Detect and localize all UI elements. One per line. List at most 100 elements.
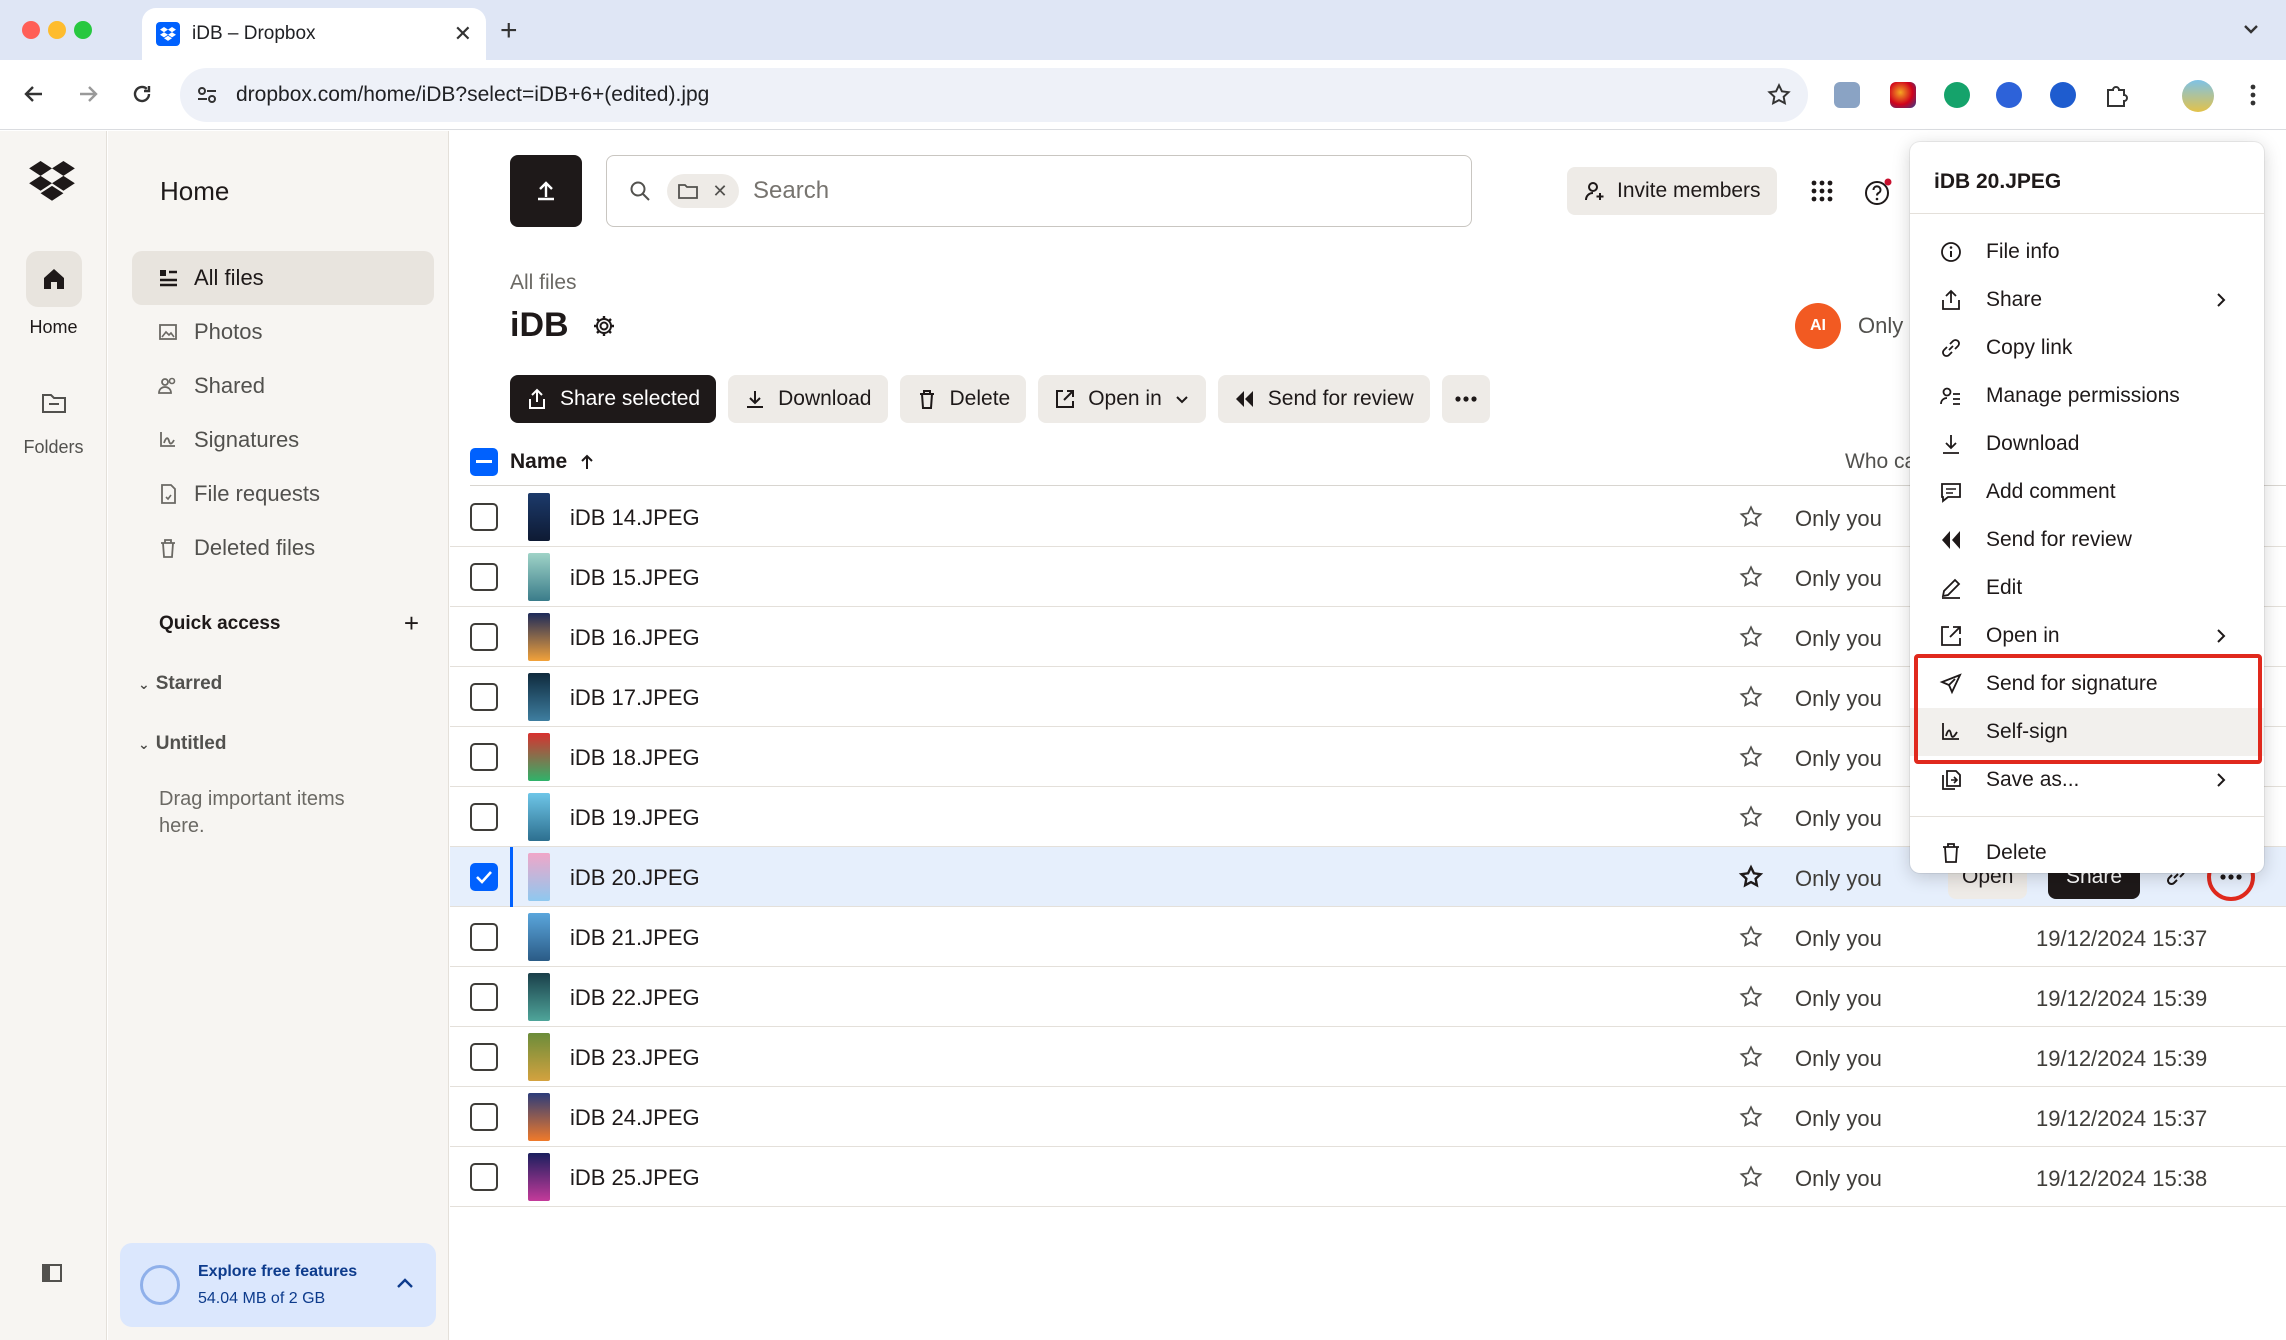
send-for-review-button[interactable]: Send for review — [1217, 375, 1430, 423]
menu-item-download[interactable]: Download — [1910, 420, 2264, 468]
bookmark-star-icon[interactable] — [1766, 82, 1792, 108]
extension-shield-icon[interactable] — [1996, 82, 2022, 108]
star-icon[interactable] — [1738, 564, 1764, 590]
extensions-puzzle-icon[interactable] — [2104, 82, 2130, 108]
row-checkbox[interactable] — [470, 683, 498, 711]
file-name[interactable]: iDB 23.JPEG — [570, 1045, 700, 1071]
add-quick-access-icon[interactable]: + — [404, 610, 419, 636]
row-checkbox[interactable] — [470, 1043, 498, 1071]
menu-item-file-info[interactable]: File info — [1910, 228, 2264, 276]
menu-item-open-in[interactable]: Open in — [1910, 612, 2264, 660]
tab-list-chevron-icon[interactable] — [2240, 18, 2262, 40]
row-checkbox[interactable] — [470, 743, 498, 771]
star-icon[interactable] — [1738, 984, 1764, 1010]
dropbox-logo-icon[interactable] — [28, 161, 76, 201]
star-icon[interactable] — [1738, 504, 1764, 530]
menu-item-delete[interactable]: Delete — [1910, 829, 2264, 877]
table-row[interactable]: iDB 21.JPEG Only you 19/12/2024 15:37 — [450, 907, 2286, 967]
file-name[interactable]: iDB 25.JPEG — [570, 1165, 700, 1191]
maximize-window-button[interactable] — [74, 21, 92, 39]
download-button[interactable]: Download — [728, 375, 888, 423]
app-grid-icon[interactable] — [1810, 179, 1834, 203]
menu-item-send-for-signature[interactable]: Send for signature — [1910, 660, 2264, 708]
file-name[interactable]: iDB 19.JPEG — [570, 805, 700, 831]
close-tab-icon[interactable]: ✕ — [454, 21, 472, 47]
search-input[interactable]: ✕ Search — [606, 155, 1472, 227]
untitled-group[interactable]: ⌄ Untitled — [138, 733, 226, 755]
star-icon[interactable] — [1738, 684, 1764, 710]
menu-item-save-as[interactable]: Save as... — [1910, 756, 2264, 804]
upload-button[interactable] — [510, 155, 582, 227]
file-name[interactable]: iDB 18.JPEG — [570, 745, 700, 771]
site-settings-icon[interactable] — [196, 84, 218, 106]
file-name[interactable]: iDB 17.JPEG — [570, 685, 700, 711]
rail-folders[interactable]: Folders — [0, 383, 107, 458]
file-name[interactable]: iDB 15.JPEG — [570, 565, 700, 591]
file-name[interactable]: iDB 14.JPEG — [570, 505, 700, 531]
chevron-up-icon[interactable] — [392, 1271, 418, 1297]
menu-item-add-comment[interactable]: Add comment — [1910, 468, 2264, 516]
menu-item-manage-permissions[interactable]: Manage permissions — [1910, 372, 2264, 420]
file-thumbnail[interactable] — [528, 1093, 550, 1141]
star-icon[interactable] — [1738, 1044, 1764, 1070]
file-name[interactable]: iDB 22.JPEG — [570, 985, 700, 1011]
name-column-header[interactable]: Name — [510, 450, 595, 474]
extension-photo-icon[interactable] — [1834, 82, 1860, 108]
row-checkbox[interactable] — [470, 503, 498, 531]
sidebar-item-photos[interactable]: Photos — [132, 305, 434, 359]
explore-features-card[interactable]: Explore free features 54.04 MB of 2 GB — [120, 1243, 436, 1327]
browser-menu-icon[interactable] — [2240, 82, 2266, 108]
menu-item-copy-link[interactable]: Copy link — [1910, 324, 2264, 372]
invite-members-button[interactable]: Invite members — [1567, 167, 1777, 215]
table-row[interactable]: iDB 22.JPEG Only you 19/12/2024 15:39 — [450, 967, 2286, 1027]
reload-icon[interactable] — [128, 80, 156, 108]
file-thumbnail[interactable] — [528, 973, 550, 1021]
star-icon[interactable] — [1738, 1164, 1764, 1190]
more-actions-button[interactable] — [1441, 375, 1490, 423]
close-window-button[interactable] — [22, 21, 40, 39]
menu-item-edit[interactable]: Edit — [1910, 564, 2264, 612]
table-row[interactable]: iDB 23.JPEG Only you 19/12/2024 15:39 — [450, 1027, 2286, 1087]
menu-item-self-sign[interactable]: Self-sign — [1910, 708, 2264, 756]
help-icon[interactable] — [1863, 177, 1893, 207]
collapse-sidebar-icon[interactable] — [40, 1261, 64, 1285]
folder-filter-chip[interactable]: ✕ — [667, 174, 739, 208]
sidebar-item-shared[interactable]: Shared — [132, 359, 434, 413]
row-checkbox[interactable] — [470, 923, 498, 951]
open-in-button[interactable]: Open in — [1038, 375, 1206, 423]
file-thumbnail[interactable] — [528, 913, 550, 961]
file-name[interactable]: iDB 16.JPEG — [570, 625, 700, 651]
file-thumbnail[interactable] — [528, 853, 550, 901]
extension-colorwheel-icon[interactable] — [1890, 82, 1916, 108]
extension-grammarly-icon[interactable] — [1944, 82, 1970, 108]
delete-button[interactable]: Delete — [899, 375, 1027, 423]
browser-tab[interactable]: iDB – Dropbox ✕ — [142, 8, 486, 60]
file-thumbnail[interactable] — [528, 553, 550, 601]
url-field[interactable]: dropbox.com/home/iDB?select=iDB+6+(edite… — [180, 68, 1808, 122]
menu-item-send-for-review[interactable]: Send for review — [1910, 516, 2264, 564]
row-checkbox[interactable] — [470, 863, 498, 891]
avatar[interactable]: AI — [1795, 303, 1841, 349]
row-checkbox[interactable] — [470, 1103, 498, 1131]
share-selected-button[interactable]: Share selected — [510, 375, 717, 423]
new-tab-button[interactable]: + — [500, 14, 518, 48]
row-checkbox[interactable] — [470, 623, 498, 651]
row-checkbox[interactable] — [470, 983, 498, 1011]
extension-network-icon[interactable] — [2050, 82, 2076, 108]
row-checkbox[interactable] — [470, 803, 498, 831]
file-thumbnail[interactable] — [528, 493, 550, 541]
sidebar-item-deleted-files[interactable]: Deleted files — [132, 521, 434, 575]
row-checkbox[interactable] — [470, 563, 498, 591]
back-arrow-icon[interactable] — [20, 80, 48, 108]
folder-settings-gear-icon[interactable] — [591, 313, 617, 339]
file-name[interactable]: iDB 20.JPEG — [570, 865, 700, 891]
sidebar-item-file-requests[interactable]: File requests — [132, 467, 434, 521]
file-thumbnail[interactable] — [528, 1153, 550, 1201]
sidebar-item-signatures[interactable]: Signatures — [132, 413, 434, 467]
rail-home[interactable]: Home — [0, 251, 107, 338]
profile-avatar[interactable] — [2182, 80, 2214, 112]
star-icon[interactable] — [1738, 924, 1764, 950]
sidebar-item-all-files[interactable]: All files — [132, 251, 434, 305]
select-all-checkbox[interactable] — [470, 448, 498, 476]
file-thumbnail[interactable] — [528, 613, 550, 661]
